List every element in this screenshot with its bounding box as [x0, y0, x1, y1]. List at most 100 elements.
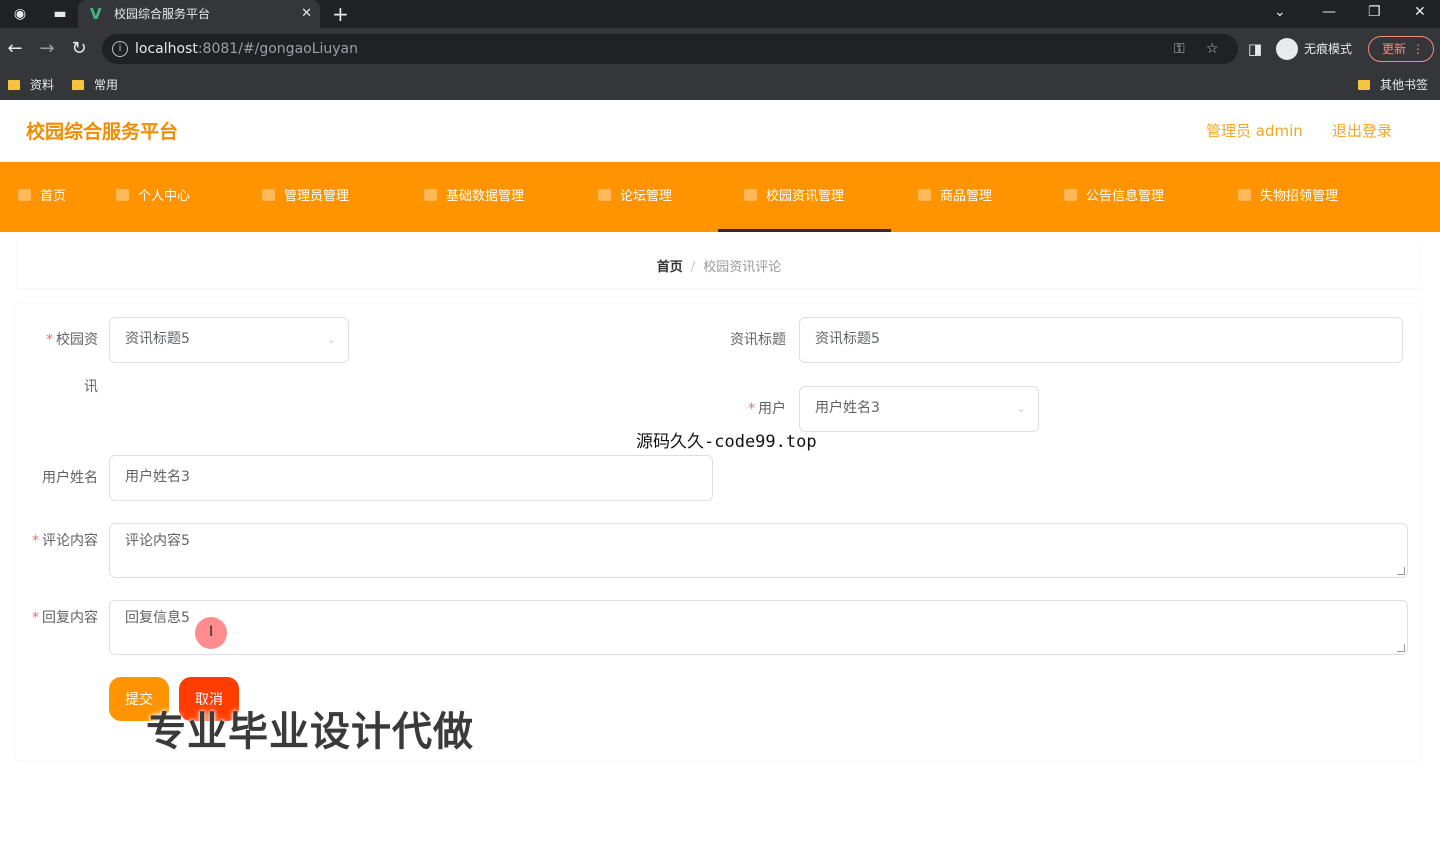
required-mark: * — [32, 610, 39, 626]
new-tab-icon[interactable]: + — [332, 2, 349, 26]
menu-item-lost-found[interactable]: 失物招领管理 — [1238, 162, 1338, 232]
other-bookmarks-label: 其他书签 — [1380, 78, 1429, 92]
incognito-icon — [1276, 38, 1298, 60]
cursor-highlight: I — [195, 617, 227, 649]
comment-form: * 校园资 讯 资讯标题5 ⌄ 资讯标题 资讯标题5 * 用户 用户姓名3 ⌄ 用户… — [16, 304, 1420, 760]
news-title-label: 资讯标题 — [730, 332, 786, 348]
menu-item-label: 商品管理 — [940, 189, 993, 204]
url-host: localhost — [135, 41, 198, 57]
tab-search-icon[interactable]: ⌄ — [1274, 2, 1286, 22]
forum-icon — [598, 189, 611, 201]
promo-overlay-text: 专业毕业设计代做 — [146, 709, 474, 755]
menu-item-label: 失物招领管理 — [1260, 189, 1339, 204]
close-tab-icon[interactable]: ✕ — [301, 5, 312, 23]
bookmark-folder-2[interactable]: 常用 — [72, 76, 118, 94]
folder-icon — [72, 80, 84, 90]
breadcrumb: 首页 / 校园资讯评论 — [18, 240, 1420, 288]
bookmark-folder-1[interactable]: 资料 — [8, 76, 54, 94]
menu-item-label: 公告信息管理 — [1086, 189, 1165, 204]
restore-icon[interactable]: ❐ — [1368, 2, 1381, 22]
comment-textarea[interactable]: 评论内容5 — [109, 523, 1408, 578]
news-select-label-text: 校园资 — [56, 332, 98, 348]
address-bar[interactable]: i localhost:8081/#/gongaoLiuyan ⚿ ☆ — [102, 34, 1238, 64]
browser-tab-bar: ◉ ▬ V 校园综合服务平台 ✕ + ⌄ — ❐ ✕ — [0, 0, 1440, 28]
news-select-value: 资讯标题5 — [125, 331, 190, 347]
browser-tab[interactable]: V 校园综合服务平台 ✕ — [78, 0, 320, 28]
user-select[interactable]: 用户姓名3 ⌄ — [799, 386, 1039, 432]
vue-favicon-icon: V — [90, 5, 102, 23]
username-label: 用户姓名 — [42, 470, 98, 486]
user-select-label-text: 用户 — [758, 401, 786, 417]
menu-item-forum[interactable]: 论坛管理 — [598, 162, 672, 232]
chevron-down-icon: ⌄ — [1016, 402, 1026, 415]
user-select-label: * 用户 — [706, 399, 786, 419]
required-mark: * — [32, 533, 39, 549]
menu-item-home[interactable]: 首页 — [18, 162, 66, 232]
required-mark: * — [46, 332, 53, 348]
tab-overview-icon[interactable]: ▬ — [48, 4, 72, 24]
minimize-icon[interactable]: — — [1322, 2, 1336, 22]
admin-user-label: 管理员 admin — [1206, 122, 1303, 140]
back-icon[interactable]: ← — [4, 38, 26, 60]
other-bookmarks[interactable]: 其他书签 — [1358, 76, 1428, 94]
menu-item-goods[interactable]: 商品管理 — [918, 162, 992, 232]
reply-textarea[interactable]: 回复信息5 — [109, 600, 1408, 655]
news-title-input[interactable]: 资讯标题5 — [799, 317, 1403, 363]
url-path: :8081/#/gongaoLiuyan — [197, 41, 359, 57]
top-nav-menu: 首页 个人中心 管理员管理 基础数据管理 论坛管理 校园资讯管理 商品管理 公告… — [0, 162, 1440, 232]
news-select[interactable]: 资讯标题5 ⌄ — [109, 317, 349, 363]
menu-item-label: 个人中心 — [138, 189, 191, 204]
home-icon — [18, 189, 31, 201]
resize-handle-icon[interactable] — [1397, 567, 1405, 575]
goods-icon — [918, 189, 931, 201]
update-label: 更新 — [1382, 42, 1407, 56]
folder-icon — [8, 80, 20, 90]
menu-item-profile[interactable]: 个人中心 — [116, 162, 190, 232]
bookmark-star-icon[interactable]: ☆ — [1206, 39, 1219, 59]
bookmarks-bar: 资料 常用 其他书签 — [0, 70, 1440, 100]
incognito-label: 无痕模式 — [1304, 42, 1353, 56]
admin-icon — [262, 189, 275, 201]
close-window-icon[interactable]: ✕ — [1414, 2, 1426, 22]
data-icon — [424, 189, 437, 201]
breadcrumb-home[interactable]: 首页 — [657, 260, 683, 275]
update-button[interactable]: 更新 ⋮ — [1368, 36, 1434, 62]
reply-label-text: 回复内容 — [42, 610, 98, 626]
user-select-value: 用户姓名3 — [815, 400, 880, 416]
key-icon[interactable]: ⚿ — [1174, 39, 1185, 59]
reply-label: * 回复内容 — [16, 608, 98, 628]
forward-icon[interactable]: → — [36, 38, 58, 60]
bookmark-label: 常用 — [94, 78, 119, 92]
side-panel-icon[interactable]: ◨ — [1244, 38, 1266, 60]
menu-item-label: 论坛管理 — [620, 189, 673, 204]
menu-item-announcements[interactable]: 公告信息管理 — [1064, 162, 1164, 232]
news-title-value: 资讯标题5 — [815, 331, 880, 347]
text-cursor-icon: I — [209, 624, 214, 640]
source-watermark-text: 源码久久-code99.top — [636, 432, 817, 452]
username-input[interactable]: 用户姓名3 — [109, 455, 713, 501]
menu-item-basic-data[interactable]: 基础数据管理 — [424, 162, 524, 232]
logout-link[interactable]: 退出登录 — [1332, 121, 1392, 141]
browser-toolbar: ← → ↻ i localhost:8081/#/gongaoLiuyan ⚿ … — [0, 28, 1440, 70]
username-value: 用户姓名3 — [125, 469, 190, 485]
tab-title: 校园综合服务平台 — [114, 7, 211, 21]
menu-item-campus-news[interactable]: 校园资讯管理 — [718, 162, 891, 232]
site-info-icon[interactable]: i — [112, 41, 128, 57]
site-title: 校园综合服务平台 — [26, 121, 179, 143]
breadcrumb-separator: / — [690, 260, 696, 275]
menu-item-label: 基础数据管理 — [446, 189, 525, 204]
more-menu-icon[interactable]: ⋮ — [1412, 37, 1424, 61]
user-icon — [116, 189, 129, 201]
browser-menu-icon[interactable]: ◉ — [8, 4, 32, 24]
menu-item-admin-management[interactable]: 管理员管理 — [262, 162, 349, 232]
menu-item-label: 管理员管理 — [284, 189, 350, 204]
comment-value: 评论内容5 — [125, 533, 190, 549]
required-mark: * — [748, 401, 755, 417]
news-icon — [744, 189, 757, 201]
site-header: 校园综合服务平台 管理员 admin 退出登录 — [0, 100, 1440, 162]
folder-icon — [1358, 80, 1370, 90]
reload-icon[interactable]: ↻ — [68, 38, 90, 60]
resize-handle-icon[interactable] — [1397, 644, 1405, 652]
url-text[interactable]: localhost:8081/#/gongaoLiuyan — [135, 40, 358, 58]
news-select-label: * 校园资 — [36, 330, 98, 350]
